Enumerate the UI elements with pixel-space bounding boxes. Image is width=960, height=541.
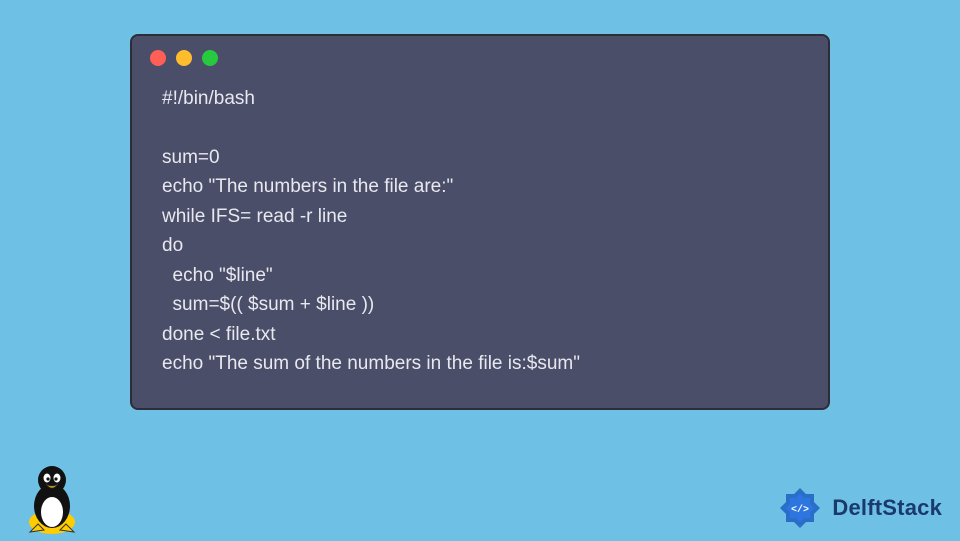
- brand-logo-icon: </>: [776, 484, 824, 532]
- minimize-icon: [176, 50, 192, 66]
- window-titlebar: [132, 36, 828, 74]
- code-content: #!/bin/bash sum=0 echo "The numbers in t…: [132, 74, 828, 388]
- linux-tux-icon: [20, 462, 84, 536]
- maximize-icon: [202, 50, 218, 66]
- code-window: #!/bin/bash sum=0 echo "The numbers in t…: [130, 34, 830, 410]
- svg-text:</>: </>: [791, 504, 809, 516]
- close-icon: [150, 50, 166, 66]
- brand-name: DelftStack: [832, 495, 942, 521]
- brand-badge: </> DelftStack: [776, 484, 942, 532]
